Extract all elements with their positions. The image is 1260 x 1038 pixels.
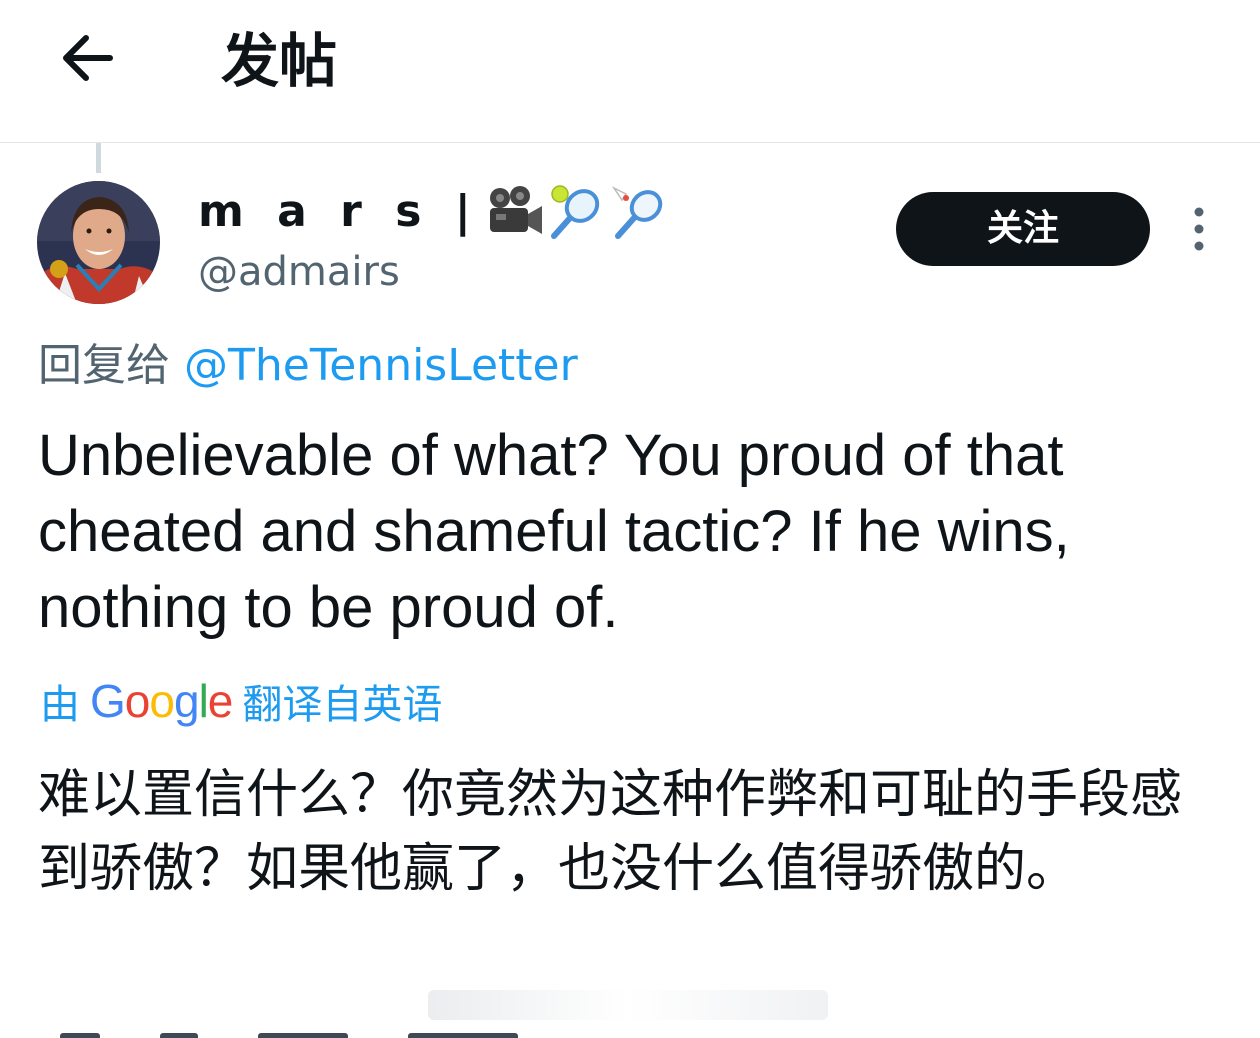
author-display-name[interactable]: m a r s | (198, 182, 668, 242)
media-preview-edge (428, 990, 828, 1020)
thread-connector (96, 143, 101, 173)
google-logo-letter: e (207, 675, 234, 727)
author-name-text: m a r s | (198, 186, 480, 237)
tweet-text: Unbelievable of what? You proud of that … (38, 423, 1070, 640)
more-vertical-icon (1194, 207, 1204, 251)
badminton-icon (611, 186, 662, 239)
reply-to-prefix: 回复给 (38, 340, 184, 391)
author-handle[interactable]: @admairs (198, 244, 400, 300)
google-logo-letter: o (149, 675, 175, 727)
tennis-racket-icon (550, 185, 599, 239)
movie-camera-icon (489, 186, 542, 234)
tweet-meta-row-cutoff (60, 1026, 760, 1038)
reply-to-line: 回复给 @TheTennisLetter (38, 336, 578, 396)
google-logo-letter: G (90, 675, 126, 727)
back-button[interactable] (56, 26, 120, 90)
avatar-photo (37, 181, 160, 304)
translated-text: 难以置信什么？你竟然为这种作弊和可耻的手段感到骄傲？如果他赢了，也没什么值得骄傲… (38, 765, 1183, 899)
avatar[interactable] (37, 181, 160, 304)
translation-suffix: 翻译自英语 (242, 682, 443, 728)
arrow-left-icon (63, 35, 113, 81)
more-options-button[interactable] (1184, 206, 1214, 252)
page-title: 发帖 (221, 27, 338, 95)
google-logo-letter: o (124, 675, 151, 727)
google-logo: Google (90, 672, 234, 730)
translation-prefix: 由 (40, 682, 80, 728)
google-logo-letter: l (198, 675, 209, 727)
google-logo-letter: g (173, 675, 200, 727)
follow-button[interactable]: 关注 (896, 192, 1150, 266)
name-emoji-group (486, 184, 668, 240)
reply-to-link[interactable]: @TheTennisLetter (184, 340, 578, 391)
top-bar: 发帖 (0, 0, 1260, 143)
translation-attribution[interactable]: 由 Google 翻译自英语 (40, 672, 442, 730)
